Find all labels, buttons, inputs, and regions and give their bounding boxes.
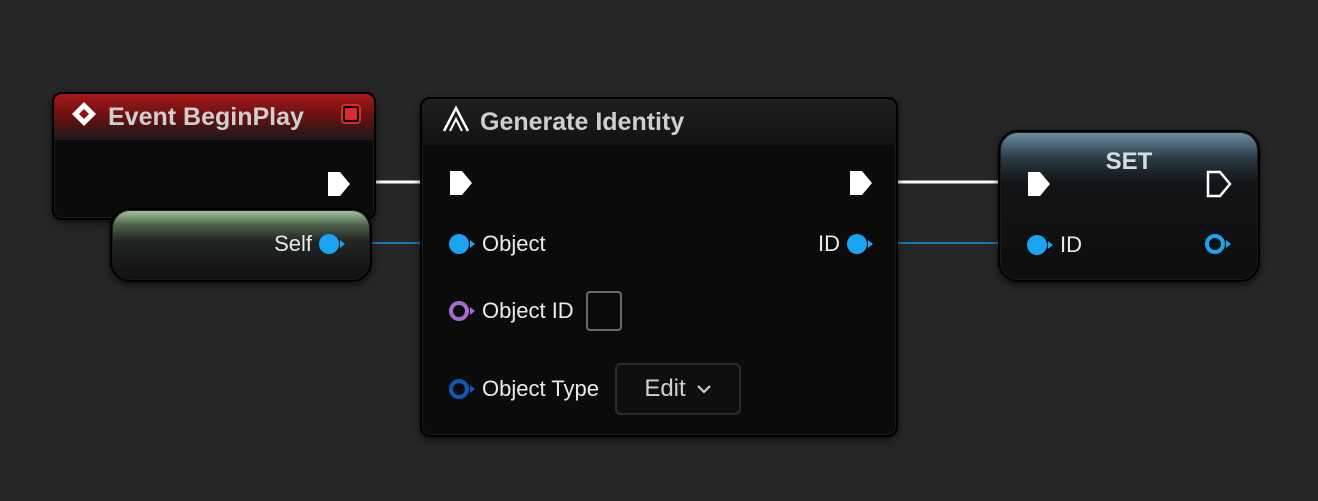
- object-pin-icon: [1027, 235, 1053, 255]
- set-node[interactable]: SET ID: [998, 130, 1260, 282]
- chevron-down-icon: [696, 384, 712, 394]
- object-pin-icon: [847, 234, 873, 254]
- self-output-pin[interactable]: Self: [268, 231, 346, 257]
- object-input-pin[interactable]: Object: [448, 231, 552, 257]
- object-pin-icon: [319, 234, 345, 254]
- object-id-input-pin[interactable]: Object ID: [448, 291, 622, 331]
- generate-identity-header: Generate Identity: [422, 99, 896, 145]
- exec-out-pin[interactable]: [1206, 170, 1232, 198]
- exec-in-pin[interactable]: [448, 169, 474, 197]
- exec-out-pin[interactable]: [848, 169, 874, 197]
- object-label: Object: [482, 231, 546, 256]
- object-type-dropdown[interactable]: Edit: [615, 363, 741, 415]
- exec-out-pin[interactable]: [326, 170, 352, 198]
- object-id-checkbox[interactable]: [585, 291, 622, 331]
- blueprint-graph[interactable]: Event BeginPlay Self Generate Identity O…: [0, 0, 1318, 501]
- self-label: Self: [274, 231, 312, 256]
- stop-square-icon[interactable]: [340, 103, 362, 132]
- id-output-pin[interactable]: ID: [812, 231, 874, 257]
- self-node[interactable]: Self: [110, 208, 372, 282]
- object-type-pin-icon: [449, 379, 475, 399]
- object-id-label: Object ID: [482, 298, 574, 323]
- object-type-label: Object Type: [482, 376, 599, 401]
- function-icon: [442, 104, 470, 140]
- object-type-input-pin[interactable]: Object Type Edit: [448, 363, 741, 415]
- event-beginplay-header: Event BeginPlay: [54, 94, 374, 140]
- object-id-pin-icon: [449, 301, 475, 321]
- object-type-value: Edit: [644, 375, 686, 402]
- exec-in-pin[interactable]: [1026, 170, 1052, 198]
- generate-identity-node[interactable]: Generate Identity Object ID Object ID Ob…: [420, 97, 898, 437]
- event-diamond-icon: [70, 100, 98, 135]
- object-pin-icon: [449, 234, 475, 254]
- generate-identity-title: Generate Identity: [480, 107, 685, 136]
- id-input-pin[interactable]: ID: [1026, 232, 1088, 258]
- object-pin-outline-icon: [1205, 234, 1231, 254]
- event-beginplay-node[interactable]: Event BeginPlay: [52, 92, 376, 220]
- id-output-label: ID: [818, 231, 840, 256]
- id-input-label: ID: [1060, 232, 1082, 257]
- id-output-pin[interactable]: [1204, 232, 1232, 256]
- event-beginplay-title: Event BeginPlay: [108, 102, 304, 131]
